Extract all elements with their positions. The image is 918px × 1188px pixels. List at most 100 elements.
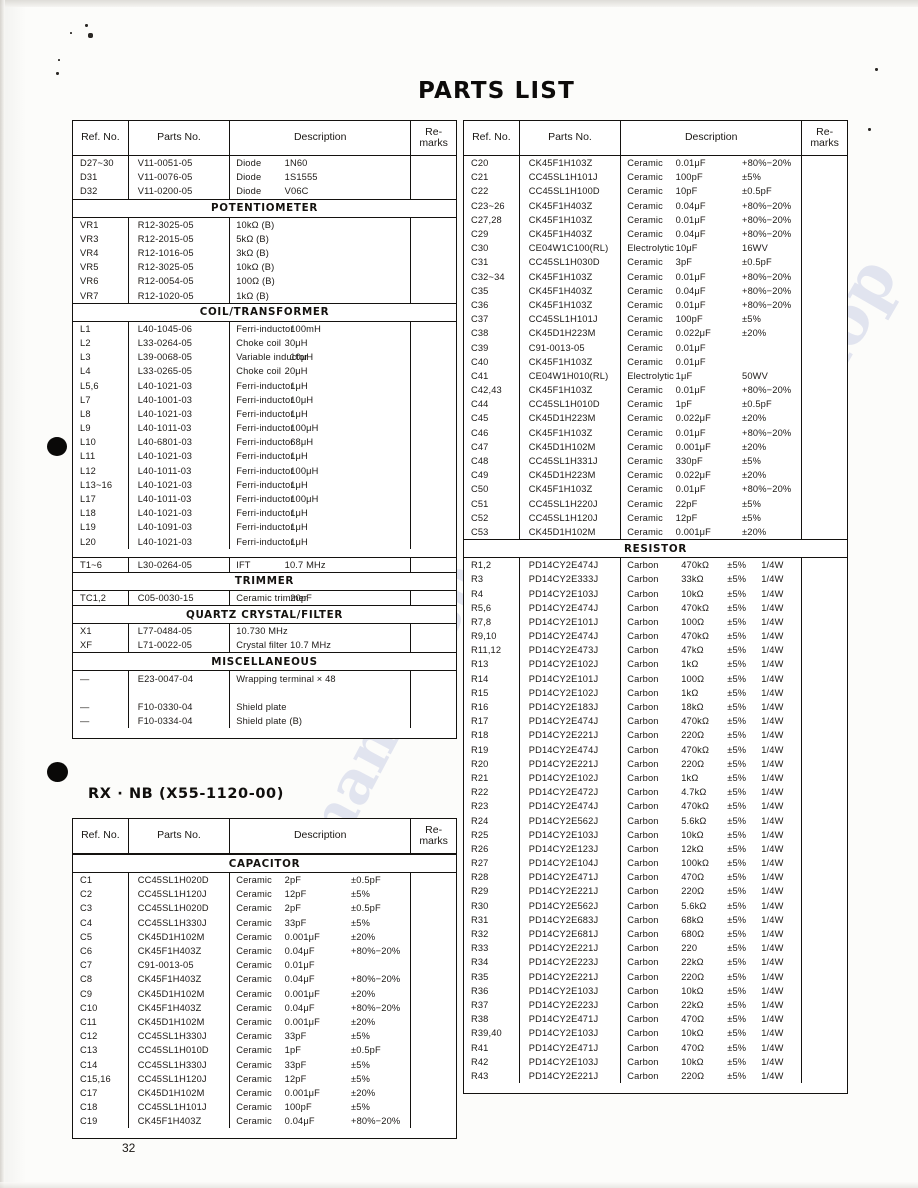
table-row: VR6 R12-0054-05 100Ω (B)	[73, 274, 456, 289]
table-row: TC1,2 C05-0030-15 Ceramic trimmer 20pF	[73, 590, 456, 606]
table-row: C49 CK45D1H223M Ceramic 0.022μF ±20%	[464, 468, 847, 483]
cell-ref-no: L19	[73, 520, 129, 535]
column-header-remarks: Re- marks	[802, 121, 847, 155]
desc-type: Carbon	[627, 673, 659, 684]
cell-parts-no: PD14CY2E471J	[520, 1012, 622, 1027]
desc-type: Carbon	[627, 999, 659, 1010]
desc-value: 470Ω	[681, 872, 705, 883]
desc-value: 0.01μF	[675, 271, 706, 282]
desc-value: 0.01μF	[675, 299, 706, 310]
table-row: L8 L40-1021-03 Ferri-inductor 1μH	[73, 406, 456, 421]
table-row: C46 CK45F1H103Z Ceramic 0.01μF +80%−20%	[464, 425, 847, 440]
desc-value: 22pF	[675, 498, 698, 509]
cell-parts-no: CK45D1H102M	[129, 1014, 231, 1030]
table-row: C39 C91-0013-05 Ceramic 0.01μF	[464, 340, 847, 355]
desc-tolerance: ±5%	[727, 772, 747, 783]
table-row: L19 L40-1091-03 Ferri-inductor 1μH	[73, 520, 456, 535]
desc-value: 220	[681, 943, 698, 954]
cell-remarks	[411, 958, 456, 972]
cell-parts-no: CK45D1H102M	[520, 439, 622, 454]
table-row: X1 L77-0484-05 10.730 MHz	[73, 624, 456, 639]
misc-rows: — E23-0047-04 Wrapping terminal × 48— F10-0…	[73, 671, 456, 729]
table-row: VR3 R12-2015-05 5kΩ (B)	[73, 231, 456, 246]
cell-description: Ceramic 33pF ±5%	[230, 1057, 412, 1072]
cell-description: Ferri-inductor 1μH	[230, 506, 412, 521]
cell-description: Carbon 100Ω ±5% 1/4W	[621, 671, 803, 686]
desc-tolerance: ±5%	[727, 631, 747, 642]
desc-value: 0.04μF	[675, 285, 706, 296]
desc-type: Ceramic	[236, 903, 272, 914]
cell-description: Wrapping terminal × 48	[230, 671, 412, 686]
remarks-line-2: marks	[810, 137, 839, 149]
desc-type: Carbon	[627, 957, 659, 968]
cell-ref-no: C53	[464, 524, 520, 540]
desc-type: Ferri-inductor	[236, 508, 294, 519]
cell-remarks	[802, 870, 847, 884]
cell-parts-no: CK45F1H103Z	[520, 425, 622, 440]
desc-rating: 1/4W	[761, 645, 784, 656]
desc-rating: 1/4W	[761, 730, 784, 741]
table-row: L18 L40-1021-03 Ferri-inductor 1μH	[73, 506, 456, 521]
document-page: manualshop manualshop PARTS LIST Ref. No…	[0, 0, 918, 1188]
cell-description: Ceramic 0.01μF	[621, 340, 803, 355]
desc-tolerance: +80%−20%	[742, 271, 792, 282]
cell-description: Ceramic 0.04μF +80%−20%	[230, 972, 412, 987]
desc-tolerance: ±5%	[727, 602, 747, 613]
scan-edge-left	[0, 0, 5, 1188]
table-row: C14 CC45SL1H330J Ceramic 33pF ±5%	[73, 1057, 456, 1072]
scan-edge-top	[0, 0, 918, 7]
desc-type: Carbon	[627, 843, 659, 854]
desc-type: Carbon	[627, 1070, 659, 1081]
cell-remarks	[802, 757, 847, 771]
cell-parts-no: CK45F1H403Z	[129, 1000, 231, 1015]
cell-ref-no: VR5	[73, 260, 129, 275]
cell-parts-no: V11-0200-05	[129, 184, 231, 199]
cell-remarks	[802, 213, 847, 227]
cell-ref-no: —	[73, 671, 129, 686]
cell-parts-no: L71-0022-05	[129, 638, 231, 653]
cell-remarks	[411, 671, 456, 685]
table-row: R34 PD14CY2E223J Carbon 22kΩ ±5% 1/4W	[464, 955, 847, 970]
desc-rating: 1/4W	[761, 744, 784, 755]
desc-type: Ceramic	[236, 917, 272, 928]
desc-value: 18kΩ	[681, 702, 704, 713]
desc-value: 0.001μF	[284, 1016, 321, 1027]
desc-rating: 1/4W	[761, 858, 784, 869]
desc-tolerance: ±5%	[727, 758, 747, 769]
cell-remarks	[802, 813, 847, 827]
cell-remarks	[802, 615, 847, 629]
table-row: L3 L39-0068-05 Variable inductor 10μH	[73, 350, 456, 365]
cell-parts-no: R12-3025-05	[129, 217, 231, 232]
cell-remarks	[802, 927, 847, 941]
cell-ref-no: C8	[73, 972, 129, 987]
desc-type: Choke coil	[236, 366, 282, 377]
cell-description: Carbon 68kΩ ±5% 1/4W	[621, 912, 803, 927]
cell-remarks	[802, 743, 847, 757]
table-row: R21 PD14CY2E102J Carbon 1kΩ ±5% 1/4W	[464, 770, 847, 786]
cell-description: Ceramic 0.04μF +80%−20%	[621, 226, 803, 242]
cell-description: Carbon 10kΩ ±5% 1/4W	[621, 827, 803, 842]
desc-type: 10kΩ (B)	[236, 262, 275, 273]
table-row: R38 PD14CY2E471J Carbon 470Ω ±5% 1/4W	[464, 1012, 847, 1027]
cell-remarks	[411, 322, 456, 336]
table-row: C52 CC45SL1H120J Ceramic 12pF ±5%	[464, 510, 847, 525]
cell-ref-no: —	[73, 714, 129, 729]
desc-value: 10kΩ	[681, 1056, 704, 1067]
desc-type: Carbon	[627, 588, 659, 599]
cell-remarks	[411, 1029, 456, 1043]
table-row: C6 CK45F1H403Z Ceramic 0.04μF +80%−20%	[73, 943, 456, 959]
table-row: R24 PD14CY2E562J Carbon 5.6kΩ ±5% 1/4W	[464, 813, 847, 828]
cell-parts-no: CC45SL1H330J	[129, 1029, 231, 1044]
cell-remarks	[411, 638, 456, 652]
cell-parts-no: L40-1021-03	[129, 406, 231, 421]
cell-remarks	[802, 270, 847, 284]
cell-remarks	[802, 340, 847, 354]
cell-remarks	[411, 478, 456, 492]
cell-description: Carbon 100kΩ ±5% 1/4W	[621, 856, 803, 871]
cell-description: IFT 10.7 MHz	[230, 557, 412, 572]
cell-parts-no: PD14CY2E103J	[520, 586, 622, 601]
cell-ref-no: C37	[464, 312, 520, 327]
cell-ref-no: R30	[464, 898, 520, 913]
table-row: R29 PD14CY2E221J Carbon 220Ω ±5% 1/4W	[464, 884, 847, 899]
cell-remarks	[411, 916, 456, 930]
